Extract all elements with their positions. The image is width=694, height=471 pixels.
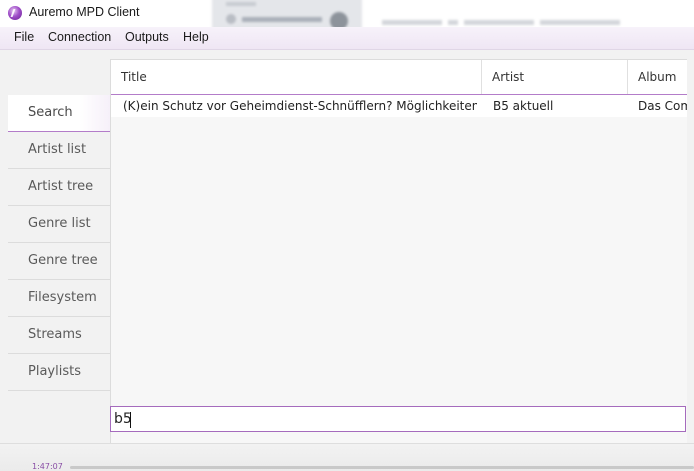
sidebar-item-genre-tree[interactable]: Genre tree [8, 243, 110, 280]
main-area: Search Artist list Artist tree Genre lis… [0, 50, 694, 471]
cell-artist: B5 aktuell [493, 99, 554, 113]
sidebar-item-filesystem[interactable]: Filesystem [8, 280, 110, 317]
background-window-blur [212, 0, 362, 27]
playback-bar: 1:47:07 [0, 443, 694, 471]
sidebar: Search Artist list Artist tree Genre lis… [8, 95, 110, 391]
sidebar-item-label: Streams [28, 327, 82, 342]
menu-file[interactable]: File [14, 30, 34, 44]
column-header-artist[interactable]: Artist [482, 60, 628, 94]
menu-help[interactable]: Help [183, 30, 209, 44]
table-header: Title Artist Album [111, 60, 687, 95]
sidebar-item-label: Genre tree [28, 253, 98, 268]
sidebar-item-artist-tree[interactable]: Artist tree [8, 169, 110, 206]
menu-outputs[interactable]: Outputs [125, 30, 169, 44]
sidebar-item-artist-list[interactable]: Artist list [8, 132, 110, 169]
sidebar-item-label: Playlists [28, 364, 81, 379]
sidebar-item-label: Search [28, 105, 73, 120]
search-results-table: Title Artist Album (K)ein Schutz vor Geh… [110, 59, 687, 447]
sidebar-item-label: Artist list [28, 142, 87, 157]
sidebar-item-search[interactable]: Search [8, 95, 110, 132]
column-header-title[interactable]: Title [111, 60, 482, 94]
background-text-blur [382, 10, 642, 25]
column-header-album[interactable]: Album [628, 60, 687, 94]
sidebar-item-genre-list[interactable]: Genre list [8, 206, 110, 243]
cell-album: Das Com [638, 99, 687, 113]
sidebar-item-playlists[interactable]: Playlists [8, 354, 110, 391]
text-caret [130, 412, 131, 428]
menu-connection[interactable]: Connection [48, 30, 111, 44]
window-title: Auremo MPD Client [29, 5, 140, 19]
sidebar-item-label: Genre list [28, 216, 91, 231]
seek-slider[interactable] [70, 466, 694, 469]
table-row[interactable]: (K)ein Schutz vor Geheimdienst-Schnüffle… [111, 95, 687, 117]
sidebar-item-label: Artist tree [28, 179, 94, 194]
auremo-logo-icon [8, 6, 22, 20]
sidebar-item-streams[interactable]: Streams [8, 317, 110, 354]
title-bar: Auremo MPD Client [0, 0, 694, 27]
sidebar-item-label: Filesystem [28, 290, 97, 305]
menu-bar: File Connection Outputs Help [0, 27, 694, 50]
search-input[interactable]: b5 [110, 406, 686, 432]
cell-title: (K)ein Schutz vor Geheimdienst-Schnüffle… [123, 99, 477, 113]
